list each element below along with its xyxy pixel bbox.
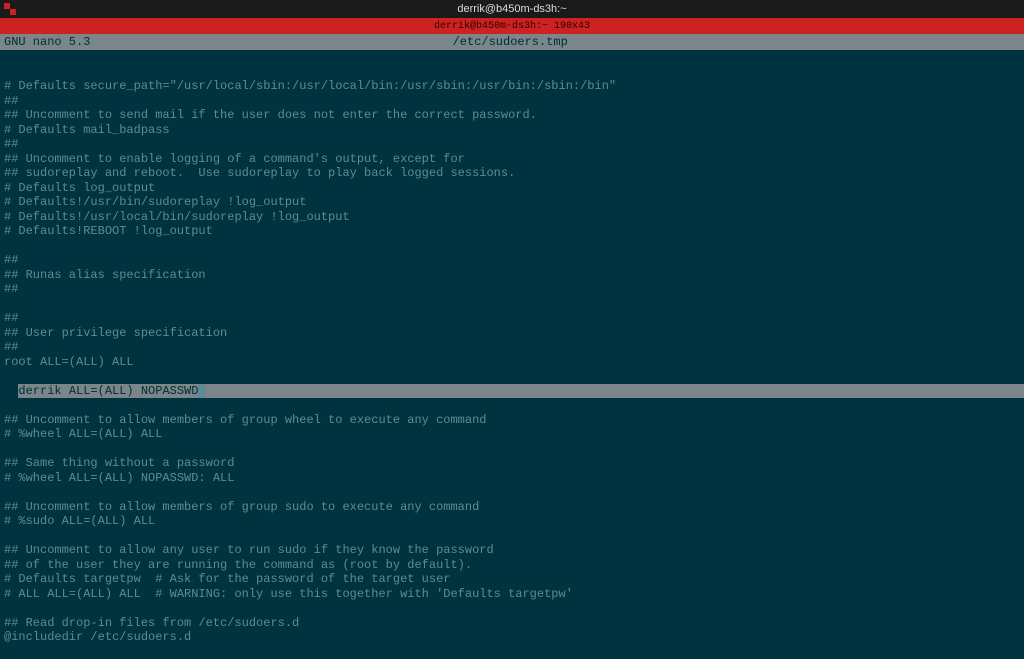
editor-line: ## bbox=[4, 253, 1020, 268]
editor-line: # Defaults!/usr/local/bin/sudoreplay !lo… bbox=[4, 210, 1020, 225]
editor-line: # Defaults targetpw # Ask for the passwo… bbox=[4, 572, 1020, 587]
editor-line: root ALL=(ALL) ALL bbox=[4, 355, 1020, 370]
editor-line: ## Uncomment to allow members of group s… bbox=[4, 500, 1020, 515]
editor-line: # %wheel ALL=(ALL) NOPASSWD: ALL bbox=[4, 471, 1020, 486]
editor-line: ## Uncomment to allow any user to run su… bbox=[4, 543, 1020, 558]
editor-line: ## Uncomment to send mail if the user do… bbox=[4, 108, 1020, 123]
editor-line: ## bbox=[4, 340, 1020, 355]
nano-filename: /etc/sudoers.tmp bbox=[90, 35, 930, 49]
editor-line: # %sudo ALL=(ALL) ALL bbox=[4, 514, 1020, 529]
editor-content[interactable]: # Defaults secure_path="/usr/local/sbin:… bbox=[0, 50, 1024, 659]
editor-line: ## bbox=[4, 94, 1020, 109]
editor-line: # Defaults!REBOOT !log_output bbox=[4, 224, 1020, 239]
editor-line bbox=[4, 601, 1020, 616]
editor-line: ## Read drop-in files from /etc/sudoers.… bbox=[4, 616, 1020, 631]
editor-line: # ALL ALL=(ALL) ALL # WARNING: only use … bbox=[4, 587, 1020, 602]
nano-header-bar: GNU nano 5.3 /etc/sudoers.tmp bbox=[0, 34, 1024, 50]
editor-line bbox=[4, 297, 1020, 312]
window-menu-icon[interactable] bbox=[4, 3, 16, 15]
editor-line: ## of the user they are running the comm… bbox=[4, 558, 1020, 573]
nano-app-name: GNU nano 5.3 bbox=[4, 35, 90, 49]
editor-line: # Defaults log_output bbox=[4, 181, 1020, 196]
terminal-tab-label[interactable]: derrik@b450m-ds3h:~ 190x43 bbox=[434, 21, 590, 32]
window-titlebar: derrik@b450m-ds3h:~ bbox=[0, 0, 1024, 18]
editor-line: # Defaults!/usr/bin/sudoreplay !log_outp… bbox=[4, 195, 1020, 210]
editor-line: ## Runas alias specification bbox=[4, 268, 1020, 283]
editor-line: # Defaults secure_path="/usr/local/sbin:… bbox=[4, 79, 1020, 94]
window-title: derrik@b450m-ds3h:~ bbox=[457, 3, 566, 15]
editor-line: # %wheel ALL=(ALL) ALL bbox=[4, 427, 1020, 442]
text-cursor bbox=[198, 385, 205, 398]
editor-line: ## Uncomment to allow members of group w… bbox=[4, 413, 1020, 428]
editor-line bbox=[4, 485, 1020, 500]
editor-line: @includedir /etc/sudoers.d bbox=[4, 630, 1020, 645]
editor-line: ## Same thing without a password bbox=[4, 456, 1020, 471]
editor-line: # Defaults mail_badpass bbox=[4, 123, 1020, 138]
editor-line: ## bbox=[4, 282, 1020, 297]
cursor-line[interactable]: derrik ALL=(ALL) NOPASSWD bbox=[18, 384, 1024, 399]
highlighted-text: derrik ALL=(ALL) NOPASSWD bbox=[18, 384, 198, 398]
editor-line: ## User privilege specification bbox=[4, 326, 1020, 341]
terminal-tab-bar: derrik@b450m-ds3h:~ 190x43 bbox=[0, 18, 1024, 34]
editor-line bbox=[4, 239, 1020, 254]
editor-line: ## sudoreplay and reboot. Use sudoreplay… bbox=[4, 166, 1020, 181]
editor-line bbox=[4, 529, 1020, 544]
editor-line: ## bbox=[4, 311, 1020, 326]
editor-line bbox=[4, 442, 1020, 457]
editor-line: ## Uncomment to enable logging of a comm… bbox=[4, 152, 1020, 167]
editor-line: ## bbox=[4, 137, 1020, 152]
